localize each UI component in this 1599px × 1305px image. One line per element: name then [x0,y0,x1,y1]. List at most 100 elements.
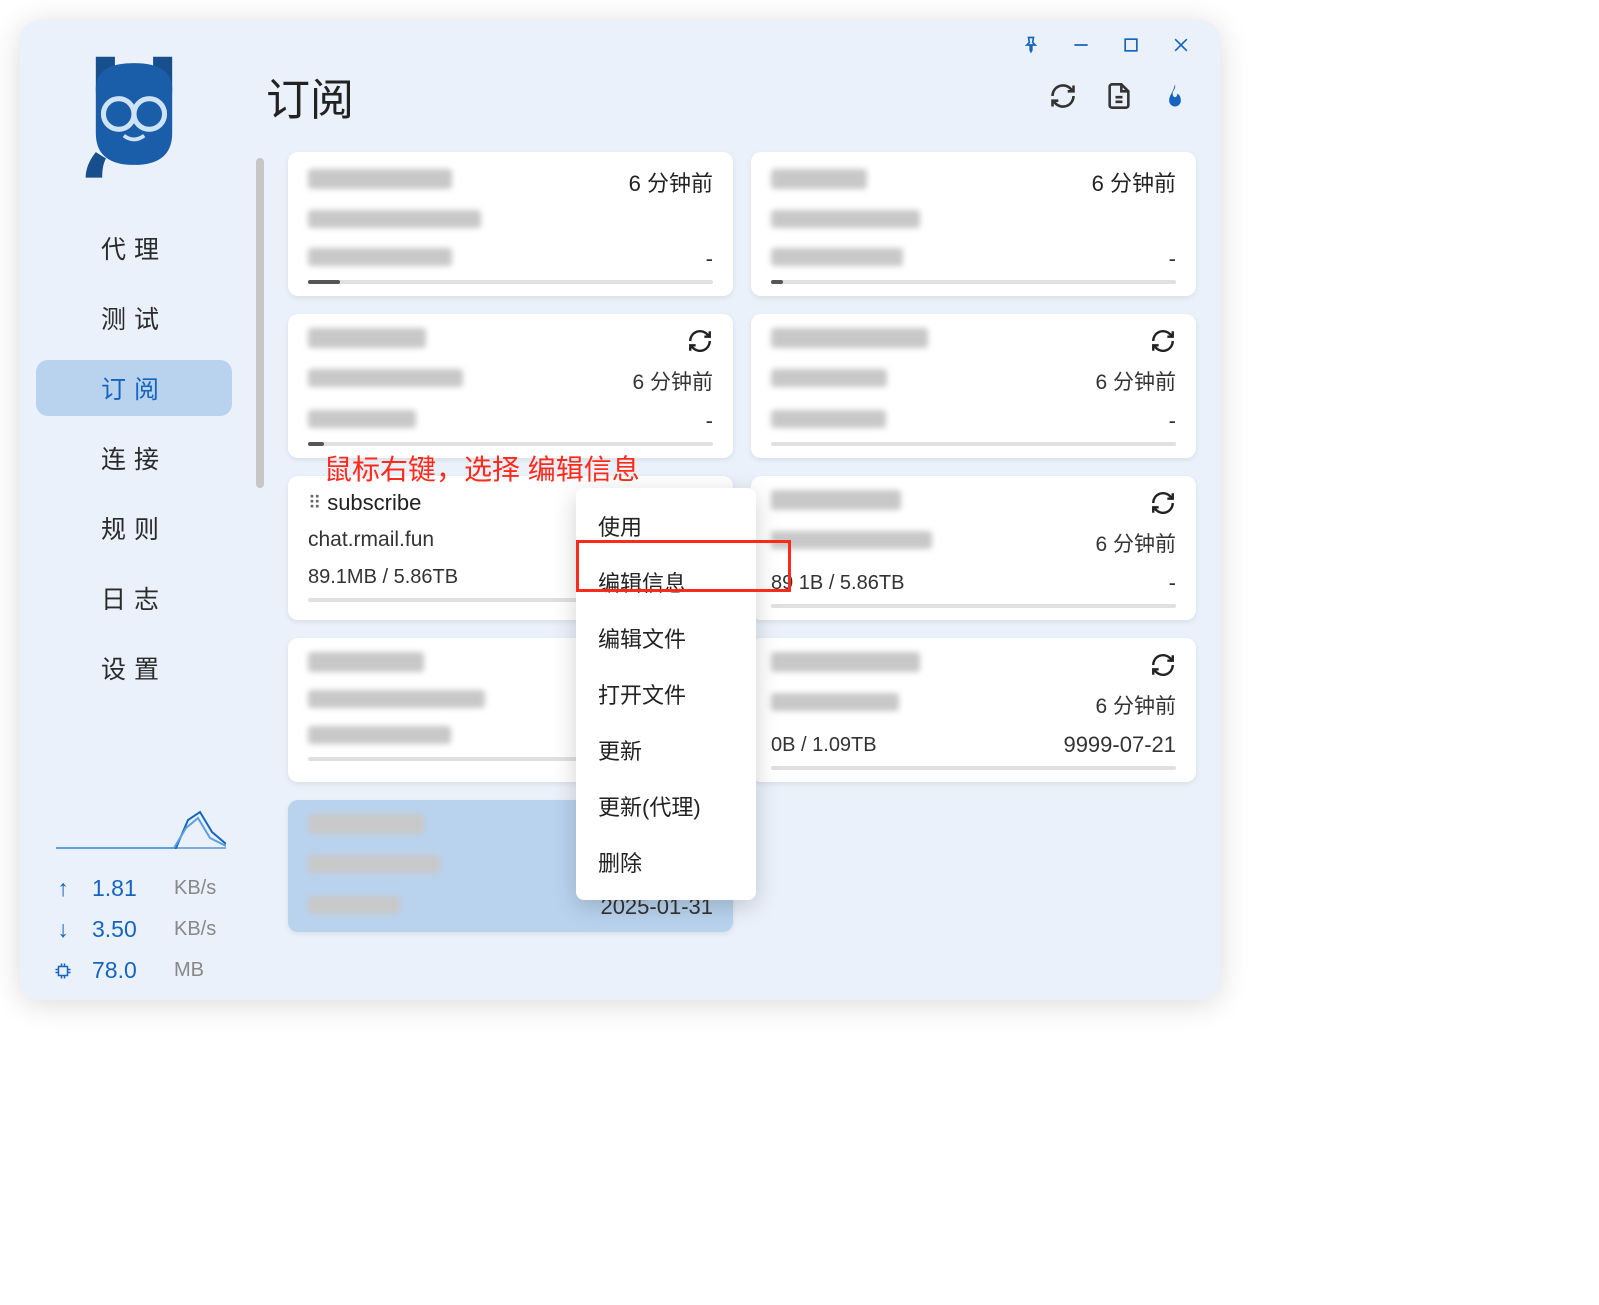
card-sub [771,369,887,393]
subscription-card[interactable]: 6 分钟前89 1B / 5.86TB- [751,476,1196,620]
card-usage: 0B / 1.09TB [771,734,877,757]
nav-proxy[interactable]: 代理 [36,220,232,276]
card-time: 6 分钟前 [629,166,713,198]
page-title: 订阅 [266,64,354,128]
main-header: 订阅 [266,64,1202,128]
card-usage [308,896,400,919]
card-right-value: - [1169,408,1176,434]
nav-logs[interactable]: 日志 [36,570,232,626]
nav-label: 规则 [101,510,167,546]
stat-upload: ↑ 1.81 KB/s [52,875,232,902]
subscription-card[interactable]: 6 分钟前 - [751,152,1196,296]
context-menu-item[interactable]: 更新 [576,722,756,778]
card-progress [771,442,1176,446]
card-name: subscribe [327,490,421,516]
card-time: 6 分钟前 [1095,690,1176,720]
stat-unit: KB/s [174,918,216,941]
context-menu-item[interactable]: 打开文件 [576,666,756,722]
close-button[interactable] [1170,34,1192,56]
app-logo [64,44,204,184]
nav-label: 代理 [101,230,167,266]
stat-memory: 78.0 MB [52,957,232,984]
nav-test[interactable]: 测试 [36,290,232,346]
stat-value: 3.50 [92,916,156,943]
card-name [771,490,901,516]
card-sub: chat.rmail.fun [308,528,434,552]
arrow-down-icon: ↓ [52,916,74,943]
nav-rules[interactable]: 规则 [36,500,232,556]
card-usage [308,248,452,271]
window-titlebar [992,20,1220,70]
nav-connections[interactable]: 连接 [36,430,232,486]
stats-panel: ↑ 1.81 KB/s ↓ 3.50 KB/s 78.0 MB [52,875,232,984]
card-progress [308,442,713,446]
card-sub [771,693,899,717]
chip-icon [52,962,74,980]
context-menu-item[interactable]: 更新(代理) [576,778,756,834]
card-right-value: 9999-07-21 [1063,732,1176,758]
context-menu-item[interactable]: 编辑文件 [576,610,756,666]
card-usage [771,410,886,433]
maximize-button[interactable] [1120,34,1142,56]
scrollbar-thumb[interactable] [256,158,264,488]
stat-unit: KB/s [174,877,216,900]
app-window: 代理 测试 订阅 连接 规则 日志 设置 ↑ 1.81 KB/s ↓ 3.50 … [20,20,1220,1000]
card-usage [771,248,903,271]
sidebar: 代理 测试 订阅 连接 规则 日志 设置 ↑ 1.81 KB/s ↓ 3.50 … [20,20,248,1000]
card-refresh-button[interactable] [687,328,713,354]
card-sub [771,531,932,555]
fire-button[interactable] [1160,81,1190,111]
card-sub [771,210,920,234]
subscription-card[interactable]: 6 分钟前 0B / 1.09TB 9999-07-21 [751,638,1196,782]
card-right-value: - [706,246,713,272]
file-button[interactable] [1104,81,1134,111]
card-progress [771,280,1176,284]
nav-label: 日志 [101,580,167,616]
nav-label: 订阅 [101,370,167,406]
pin-button[interactable] [1020,34,1042,56]
card-name [771,169,867,195]
annotation-text: 鼠标右键，选择 编辑信息 [324,448,640,488]
nav-subscribe[interactable]: 订阅 [36,360,232,416]
nav: 代理 测试 订阅 连接 规则 日志 设置 [20,220,248,696]
card-name [308,652,424,678]
card-time: 6 分钟前 [1092,166,1176,198]
card-time: 6 分钟前 [632,366,713,396]
nav-label: 连接 [101,440,167,476]
card-refresh-button[interactable] [1150,652,1176,678]
nav-settings[interactable]: 设置 [36,640,232,696]
card-usage [308,726,451,749]
card-sub [308,369,463,393]
context-menu-item[interactable]: 编辑信息 [576,554,756,610]
drag-handle-icon[interactable]: ⠿ [308,493,319,514]
card-name [771,328,928,354]
card-sub [308,855,440,879]
card-name [771,652,920,678]
card-sub [308,210,481,234]
scrollbar[interactable] [256,150,264,970]
card-usage: 89 1B / 5.86TB [771,572,904,595]
stat-download: ↓ 3.50 KB/s [52,916,232,943]
subscription-card[interactable]: 6 分钟前 - [288,314,733,458]
context-menu: 使用编辑信息编辑文件打开文件更新更新(代理)删除 [576,488,756,900]
minimize-button[interactable] [1070,34,1092,56]
card-right-value: - [1169,246,1176,272]
card-usage [308,410,416,433]
stat-unit: MB [174,959,204,982]
arrow-up-icon: ↑ [52,875,74,902]
context-menu-item[interactable]: 删除 [576,834,756,890]
card-refresh-button[interactable] [1150,328,1176,354]
card-right-value: - [706,408,713,434]
card-right-value: - [1169,570,1176,596]
context-menu-item[interactable]: 使用 [576,498,756,554]
subscription-card[interactable]: 6 分钟前 - [288,152,733,296]
subscription-card[interactable]: 6 分钟前 - [751,314,1196,458]
nav-label: 测试 [101,300,167,336]
traffic-sparkline [56,804,226,852]
card-name [308,328,426,354]
card-time: 6 分钟前 [1095,366,1176,396]
card-progress [771,766,1176,770]
card-refresh-button[interactable] [1150,490,1176,516]
nav-label: 设置 [101,650,167,686]
refresh-all-button[interactable] [1048,81,1078,111]
